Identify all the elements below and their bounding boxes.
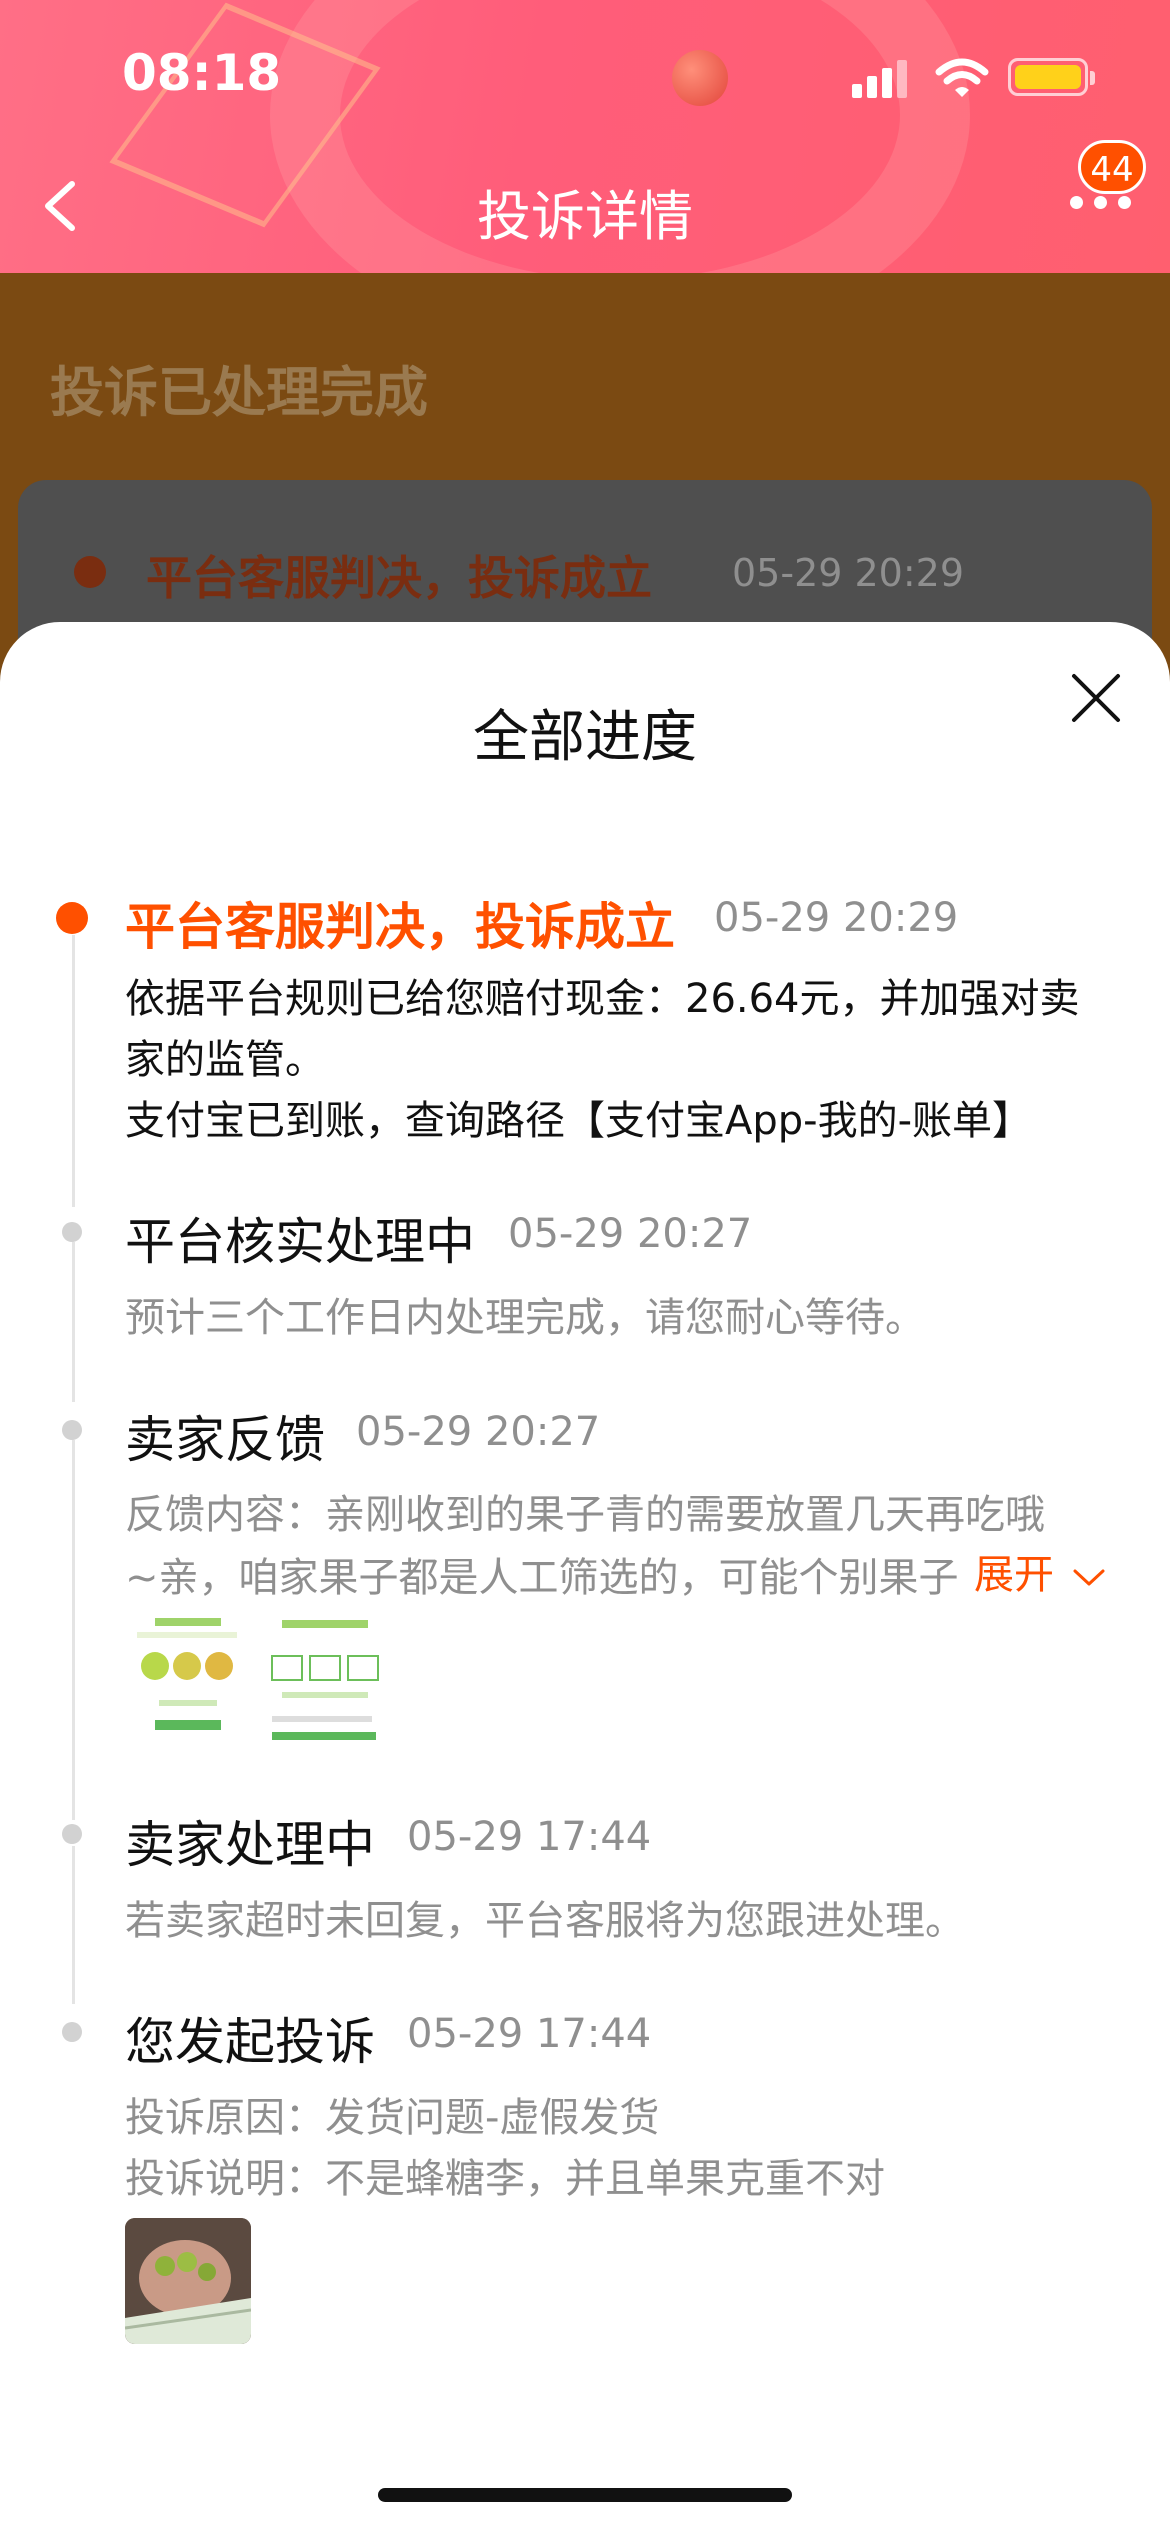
step-detail-line: 预计三个工作日内处理完成，请您耐心等待。 [125, 1295, 925, 1341]
feedback-image[interactable] [262, 1616, 388, 1742]
cellular-signal-icon [852, 58, 908, 98]
step-time: 05-29 17:44 [407, 2011, 652, 2057]
battery-icon [1008, 58, 1095, 96]
timeline-line [72, 1440, 75, 1820]
step-detail-line: 投诉原因：发货问题-虚假发货 [125, 2095, 660, 2141]
step-title: 平台核实处理中 [125, 1213, 475, 1271]
progress-card-dot [74, 556, 106, 588]
chevron-down-icon [1073, 1569, 1105, 1586]
progress-card-time: 05-29 20:29 [732, 551, 965, 595]
step-title: 平台客服判决，投诉成立 [125, 898, 675, 956]
timeline-dot [62, 1824, 82, 1844]
step-time: 05-29 17:44 [407, 1814, 652, 1860]
timeline-line [72, 935, 75, 1207]
timeline-dot [62, 1420, 82, 1440]
sheet-title: 全部进度 [473, 705, 697, 770]
timeline-line [72, 1846, 75, 2004]
step-detail-line: 依据平台规则已给您赔付现金：26.64元，并加强对卖 [125, 976, 1080, 1022]
nav-header: 08:18 投诉详情 44 [0, 0, 1170, 273]
step-title: 卖家反馈 [125, 1411, 325, 1469]
more-options-button[interactable] [1070, 196, 1134, 216]
wifi-icon [935, 58, 989, 97]
step-detail-line: 投诉说明：不是蜂糖李，并且单果克重不对 [125, 2156, 885, 2202]
timeline-line [72, 1242, 75, 1402]
step-detail-line: 若卖家超时未回复，平台客服将为您跟进处理。 [125, 1898, 965, 1944]
step-detail-line: 家的监管。 [125, 1037, 325, 1083]
step-detail-line: 反馈内容：亲刚收到的果子青的需要放置几天再吃哦 [125, 1492, 1045, 1538]
page-title: 投诉详情 [477, 185, 693, 248]
home-indicator [378, 2488, 792, 2502]
complaint-status-title: 投诉已处理完成 [50, 361, 428, 424]
feedback-image[interactable] [125, 1616, 251, 1742]
header-decoration-ball [672, 50, 728, 106]
expand-label: 展开 [974, 1552, 1054, 1598]
step-detail-line: ~亲，咱家果子都是人工筛选的，可能个别果子 [125, 1555, 959, 1601]
step-time: 05-29 20:29 [714, 895, 959, 941]
expand-button[interactable]: 展开 [968, 1542, 1107, 1600]
step-time: 05-29 20:27 [356, 1409, 601, 1455]
timeline-dot-active [56, 902, 88, 934]
timeline-dot [62, 1222, 82, 1242]
step-title: 您发起投诉 [125, 2013, 375, 2071]
step-time: 05-29 20:27 [508, 1211, 753, 1257]
message-count-badge: 44 [1078, 140, 1146, 194]
progress-card-result: 平台客服判决，投诉成立 [146, 551, 652, 605]
step-detail-line: 支付宝已到账，查询路径【支付宝App-我的-账单】 [125, 1098, 1033, 1144]
close-icon[interactable] [1070, 672, 1122, 724]
status-time: 08:18 [122, 44, 282, 102]
complaint-photo[interactable] [125, 2218, 251, 2344]
timeline-dot [62, 2022, 82, 2042]
step-title: 卖家处理中 [125, 1816, 375, 1874]
